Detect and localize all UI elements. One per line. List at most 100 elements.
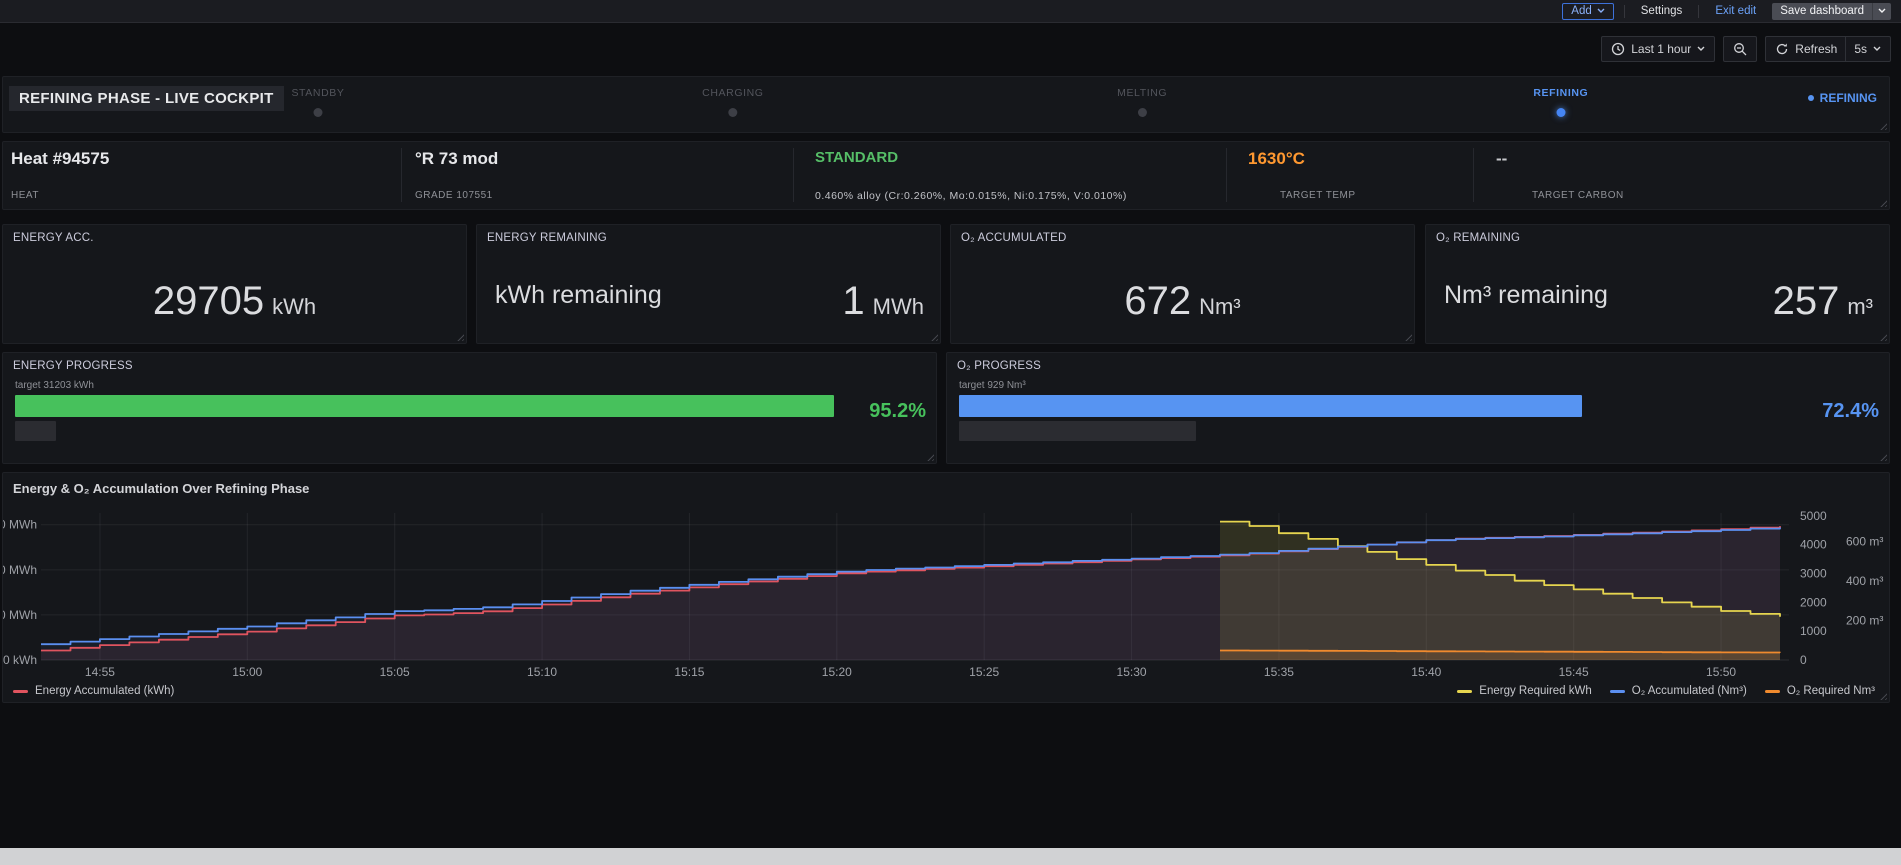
target-label: target 31203 kWh [15,380,94,391]
stat-value: 1 MWh [842,273,924,329]
time-controls: Last 1 hour Refresh 5s [1601,36,1891,62]
grade-value: °R 73 mod [415,149,499,168]
save-dashboard-caret[interactable] [1872,2,1891,20]
add-button[interactable]: Add [1562,2,1614,20]
svg-text:15:45: 15:45 [1559,665,1589,679]
svg-text:400 m³: 400 m³ [1846,574,1883,588]
stat-unit: Nm³ [1199,294,1241,319]
svg-text:600 m³: 600 m³ [1846,535,1883,549]
phase-step-standby: STANDBY [291,87,344,117]
energy-acc-panel: ENERGY ACC. 29705 kWh [2,224,467,344]
dashboard: Add Settings Exit edit Save dashboard La… [0,0,1901,865]
target-carbon-label: TARGET CARBON [1532,190,1624,201]
stat-value: 257 m³ [1773,273,1873,329]
zoom-out-icon [1733,42,1747,56]
svg-text:15:50: 15:50 [1706,665,1736,679]
panel-title: ENERGY PROGRESS [13,360,133,372]
stat-number: 29705 [152,279,265,323]
panel-title: ENERGY REMAINING [487,232,607,244]
svg-text:4000: 4000 [1800,538,1827,552]
stat-text: kWh remaining [495,281,662,309]
refresh-interval-label[interactable]: 5s [1854,42,1867,56]
legend-color-dash [13,689,28,693]
panel-title: O₂ REMAINING [1436,232,1521,244]
panel-title: O₂ ACCUMULATED [961,232,1067,244]
settings-button[interactable]: Settings [1635,4,1689,18]
panel-title: O₂ PROGRESS [957,360,1041,372]
current-phase-badge: REFINING [1807,91,1877,105]
legend-item[interactable]: Energy Required kWh [1457,685,1592,697]
phase-label: MELTING [1117,87,1168,99]
phase-step-refining: REFINING [1533,87,1588,117]
svg-text:15:15: 15:15 [674,665,704,679]
stat-value: 29705 kWh [3,273,466,329]
phase-header-panel: REFINING PHASE - LIVE COCKPIT STANDBY CHA… [2,76,1890,133]
quality-value: STANDARD [815,149,899,166]
target-temp-value: 1630°C [1248,149,1305,168]
svg-text:1000: 1000 [1800,624,1827,638]
time-range-picker[interactable]: Last 1 hour [1601,36,1716,62]
legend-item[interactable]: O₂ Required Nm³ [1764,685,1875,697]
legend-label: Energy Required kWh [1479,685,1592,697]
phase-step-charging: CHARGING [702,87,763,117]
progress-percent: 72.4% [1822,400,1879,422]
stat-unit: MWh [872,294,924,319]
heat-number: Heat #94575 [11,149,110,168]
panel-title: ENERGY ACC. [13,232,94,244]
zoom-out-button[interactable] [1723,36,1758,62]
column-divider [401,148,402,202]
svg-text:5000: 5000 [1800,509,1827,523]
refresh-label[interactable]: Refresh [1795,42,1837,56]
save-dashboard-button[interactable]: Save dashboard [1772,2,1891,20]
svg-text:0: 0 [1800,653,1807,667]
svg-text:15:20: 15:20 [822,665,852,679]
phase-dot [728,108,738,117]
column-divider [793,148,794,202]
stat-unit: m³ [1847,294,1873,319]
stat-number: 672 [1124,279,1192,323]
svg-text:15:00: 15:00 [232,665,262,679]
chart-legend: Energy Accumulated (kWh) Energy Required… [13,685,1875,697]
current-phase-label: REFINING [1819,91,1877,105]
svg-text:3000: 3000 [1800,567,1827,581]
legend-item[interactable]: Energy Accumulated (kWh) [13,685,174,697]
toolbar-separator [1698,4,1700,18]
phase-dot [1556,108,1566,117]
svg-text:15:30: 15:30 [1117,665,1147,679]
target-label: target 929 Nm³ [959,380,1026,391]
phase-label: REFINING [1533,87,1589,99]
legend-left-group: Energy Accumulated (kWh) [13,685,174,697]
button-divider [1845,37,1847,61]
bottom-strip [0,848,1901,865]
column-divider [1473,148,1474,202]
phase-step-melting: MELTING [1117,87,1167,117]
time-range-label: Last 1 hour [1631,42,1692,56]
legend-right-group: Energy Required kWh O₂ Accumulated (Nm³) O… [1457,685,1875,697]
target-carbon-value: -- [1496,149,1508,168]
svg-text:0 kWh: 0 kWh [3,653,37,667]
refresh-icon[interactable] [1775,42,1789,56]
exit-edit-button[interactable]: Exit edit [1709,4,1762,18]
column-divider [1226,148,1227,202]
svg-text:15:35: 15:35 [1264,665,1294,679]
stat-number: 257 [1772,279,1840,323]
time-series-chart[interactable]: 0 kWh 10 MWh 20 MWh 30 MWh 0 1000 2000 3000 4000… [3,473,1889,681]
svg-text:2000: 2000 [1800,595,1827,609]
legend-item[interactable]: O₂ Accumulated (Nm³) [1609,685,1747,697]
legend-color-dash [1457,689,1473,693]
svg-text:10 MWh: 10 MWh [3,608,37,622]
save-dashboard-label: Save dashboard [1780,4,1864,17]
phase-label: CHARGING [702,87,764,99]
energy-progress-panel: ENERGY PROGRESS target 31203 kWh 95.2% [2,352,937,464]
legend-label: O₂ Accumulated (Nm³) [1631,685,1747,697]
svg-text:200 m³: 200 m³ [1846,614,1883,628]
progress-bar-remaining [15,421,56,441]
page-title: REFINING PHASE - LIVE COCKPIT [9,86,284,111]
stat-unit: kWh [272,294,317,319]
phase-dot [1137,108,1147,117]
legend-label: O₂ Required Nm³ [1786,685,1875,697]
svg-text:15:40: 15:40 [1411,665,1441,679]
legend-color-dash [1609,689,1625,693]
clock-icon [1611,42,1625,56]
svg-text:15:10: 15:10 [527,665,557,679]
